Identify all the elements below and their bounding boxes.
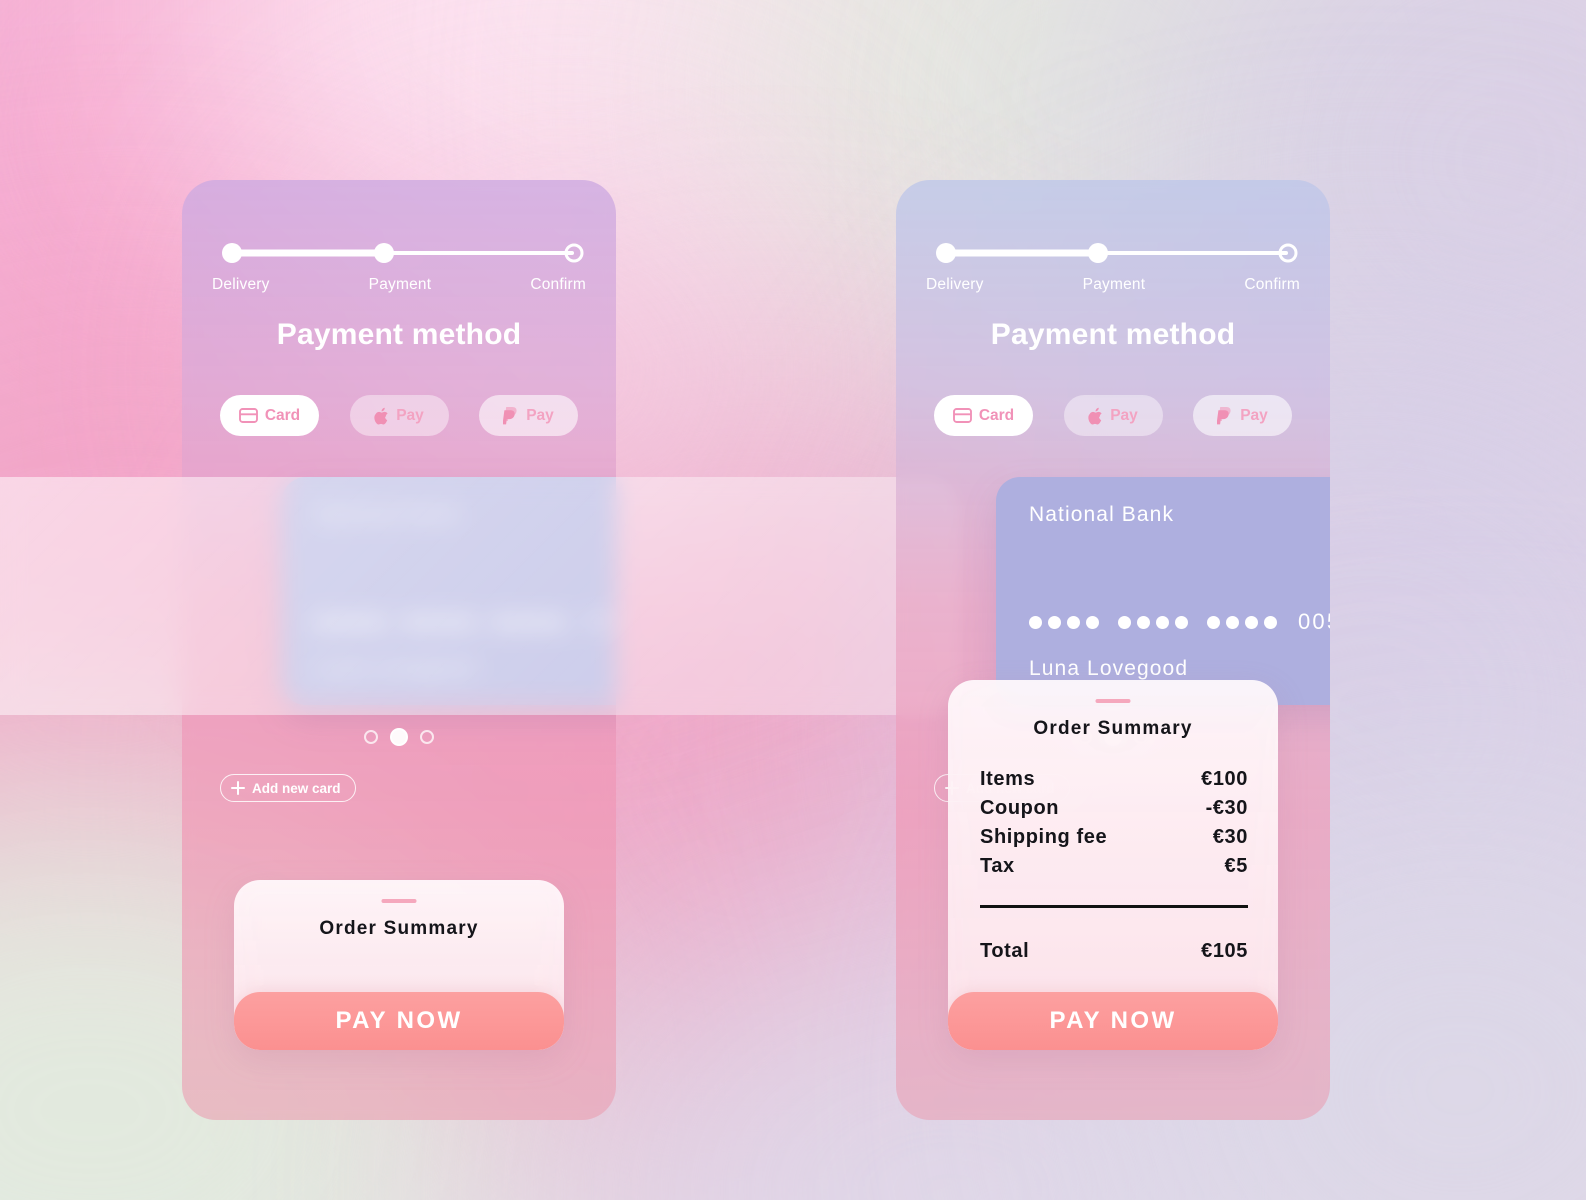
order-summary-title: Order Summary <box>319 918 479 939</box>
payment-method-card-label: Card <box>978 406 1015 424</box>
sheet-drag-handle[interactable] <box>1095 699 1131 703</box>
stepper-line-completed <box>232 249 384 257</box>
apple-logo-icon <box>1088 407 1103 425</box>
card-masked-group <box>493 615 563 629</box>
stepper-labels: Delivery Payment Confirm <box>212 276 586 294</box>
payment-method-apple-pay[interactable]: Pay <box>349 395 449 436</box>
stepper-labels: Delivery Payment Confirm <box>926 276 1300 294</box>
summary-label: Items <box>980 768 1036 790</box>
card-carousel-pagination[interactable] <box>182 728 616 746</box>
order-summary-title: Order Summary <box>1033 718 1193 739</box>
payment-method-card-label: Card <box>264 406 301 424</box>
card-masked-group <box>1118 615 1188 629</box>
stepper-label-confirm: Confirm <box>1244 276 1300 293</box>
page-title: Payment method <box>276 318 522 351</box>
card-bank-name: National Bank <box>315 503 461 526</box>
card-masked-group <box>1029 615 1099 629</box>
summary-value: -€30 <box>1205 797 1248 819</box>
canvas: Delivery Payment Confirm Payment method … <box>0 0 1586 1200</box>
card-bank-name: National Bank <box>1029 503 1175 526</box>
card-footer: Luna Lovegood 08/29 <box>1029 657 1330 681</box>
phone-screen-left: Delivery Payment Confirm Payment method … <box>182 180 616 1120</box>
stepper-dot-payment[interactable] <box>1088 243 1108 263</box>
card-last-four: 0052 <box>1298 609 1330 634</box>
payment-method-apple-pay[interactable]: Pay <box>1063 395 1163 436</box>
stepper-label-delivery: Delivery <box>212 276 270 293</box>
pay-now-button[interactable]: PAY NOW <box>948 992 1278 1050</box>
payment-method-apple-pay-label: Pay <box>1110 406 1138 424</box>
summary-row-coupon: Coupon -€30 <box>980 797 1248 820</box>
sheet-drag-handle[interactable] <box>381 899 417 903</box>
apple-logo-icon <box>374 407 389 425</box>
summary-divider <box>980 905 1248 908</box>
card-holder-name: Luna Lovegood <box>315 657 475 680</box>
order-summary-rows: Items €100 Coupon -€30 Shipping fee €30 … <box>980 768 1248 884</box>
pager-dot[interactable] <box>364 730 378 744</box>
card-masked-group <box>315 615 385 629</box>
stepper-dot-confirm[interactable] <box>564 243 584 263</box>
summary-label: Shipping fee <box>980 826 1108 848</box>
stepper-dot-delivery[interactable] <box>222 243 242 263</box>
payment-method-paypal-label: Pay <box>526 406 554 424</box>
plus-icon <box>231 781 245 795</box>
stepper-dot-confirm[interactable] <box>1278 243 1298 263</box>
add-new-card-button[interactable]: Add new card <box>220 774 356 802</box>
payment-method-card[interactable]: Card <box>934 395 1033 436</box>
card-last-four: 0052 <box>584 609 616 634</box>
stepper-label-payment: Payment <box>368 276 432 293</box>
page-title: Payment method <box>990 318 1236 351</box>
checkout-stepper <box>934 242 1298 264</box>
order-summary-sheet-collapsed[interactable]: Order Summary PAY NOW <box>234 880 564 1050</box>
stepper-line-upcoming <box>1098 251 1288 255</box>
stepper-dot-payment[interactable] <box>374 243 394 263</box>
summary-value: €100 <box>1201 768 1248 790</box>
paypal-logo-icon <box>1217 406 1233 425</box>
summary-total-value: €105 <box>1201 940 1248 962</box>
order-summary-sheet-expanded[interactable]: Order Summary Items €100 Coupon -€30 Shi… <box>948 680 1278 1050</box>
card-number: 0052 <box>315 609 616 635</box>
paypal-logo-icon <box>503 406 519 425</box>
payment-method-tabs: Card Pay Pay <box>220 395 578 436</box>
card-number: 0052 <box>1029 609 1330 635</box>
summary-row-shipping-fee: Shipping fee €30 <box>980 826 1248 849</box>
phone-screen-right: Delivery Payment Confirm Payment method … <box>896 180 1330 1120</box>
payment-method-paypal[interactable]: Pay <box>479 395 578 436</box>
card-masked-group <box>1207 615 1277 629</box>
stepper-line-completed <box>946 249 1098 257</box>
checkout-stepper <box>220 242 584 264</box>
summary-row-total: Total €105 <box>980 940 1248 963</box>
summary-label: Tax <box>980 855 1015 877</box>
payment-method-paypal[interactable]: Pay <box>1193 395 1292 436</box>
summary-total-label: Total <box>980 940 1030 962</box>
credit-card-icon <box>952 408 972 423</box>
payment-method-apple-pay-label: Pay <box>396 406 424 424</box>
stepper-dot-delivery[interactable] <box>936 243 956 263</box>
card-masked-group <box>404 615 474 629</box>
pager-dot-active[interactable] <box>390 728 408 746</box>
saved-card[interactable]: National Bank 0052 Luna Lovegood 08/29 <box>282 477 616 705</box>
summary-value: €5 <box>1224 855 1248 877</box>
pager-dot[interactable] <box>420 730 434 744</box>
add-new-card-label: Add new card <box>252 780 341 796</box>
card-footer: Luna Lovegood 08/29 <box>315 657 616 681</box>
payment-method-tabs: Card Pay Pay <box>934 395 1292 436</box>
stepper-line-upcoming <box>384 251 574 255</box>
pay-now-button[interactable]: PAY NOW <box>234 992 564 1050</box>
summary-label: Coupon <box>980 797 1060 819</box>
stepper-label-delivery: Delivery <box>926 276 984 293</box>
saved-card[interactable]: National Bank 0052 Luna Lovegood 08/29 <box>996 477 1330 705</box>
stepper-label-confirm: Confirm <box>530 276 586 293</box>
stepper-label-payment: Payment <box>1082 276 1146 293</box>
summary-row-items: Items €100 <box>980 768 1248 791</box>
summary-value: €30 <box>1212 826 1248 848</box>
credit-card-icon <box>238 408 258 423</box>
payment-method-card[interactable]: Card <box>220 395 319 436</box>
summary-row-tax: Tax €5 <box>980 855 1248 878</box>
payment-method-paypal-label: Pay <box>1240 406 1268 424</box>
card-holder-name: Luna Lovegood <box>1029 657 1189 680</box>
